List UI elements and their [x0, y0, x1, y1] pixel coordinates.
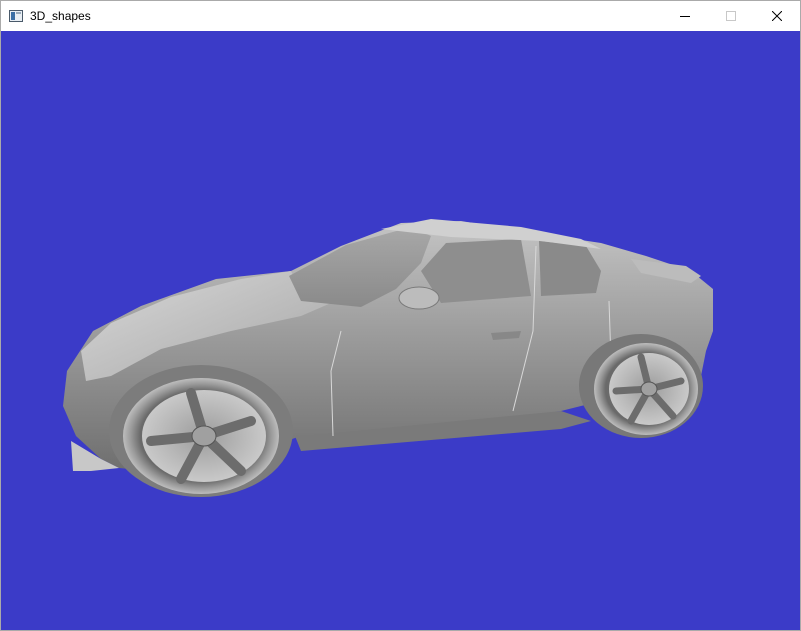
- front-hub: [191, 425, 217, 447]
- window-controls: [662, 1, 800, 31]
- minimize-button[interactable]: [662, 1, 708, 31]
- title-bar[interactable]: 3D_shapes: [1, 1, 800, 31]
- close-icon: [772, 11, 782, 21]
- window-title: 3D_shapes: [30, 9, 91, 23]
- close-button[interactable]: [754, 1, 800, 31]
- car-side-mirror: [398, 286, 440, 310]
- maximize-button[interactable]: [708, 1, 754, 31]
- render-viewport[interactable]: [1, 31, 800, 630]
- app-window: 3D_shapes: [0, 0, 801, 631]
- minimize-icon: [680, 16, 690, 17]
- app-icon[interactable]: [9, 9, 23, 22]
- scene-canvas[interactable]: [1, 31, 800, 630]
- rear-hub: [640, 381, 658, 397]
- maximize-icon: [726, 11, 736, 21]
